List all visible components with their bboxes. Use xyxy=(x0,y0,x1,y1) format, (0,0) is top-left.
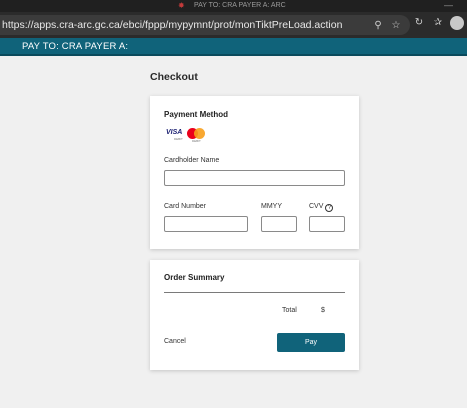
pay-button[interactable]: Pay xyxy=(277,333,345,352)
refresh-icon[interactable]: ↻ xyxy=(413,17,425,29)
cvv-label: CVV xyxy=(309,203,324,210)
cancel-link[interactable]: Cancel xyxy=(164,338,186,345)
favorites-icon[interactable]: ✰ xyxy=(432,17,444,29)
cardholder-name-input[interactable] xyxy=(164,170,345,186)
url-text: https://apps.cra-arc.gc.ca/ebci/fppp/myp… xyxy=(2,19,343,31)
cvv-input[interactable] xyxy=(309,216,345,232)
expiry-input[interactable] xyxy=(261,216,297,232)
visa-debit-label: DEBIT xyxy=(174,137,183,141)
zoom-icon[interactable]: ⚲ xyxy=(372,20,384,32)
minimize-button[interactable]: — xyxy=(444,0,453,10)
order-summary-title: Order Summary xyxy=(164,273,225,282)
visa-logo: VISA xyxy=(166,129,183,136)
pay-to-text: PAY TO: CRA PAYER A: xyxy=(22,41,129,52)
cvv-label-group: CVV? xyxy=(309,203,334,212)
expiry-label: MMYY xyxy=(261,203,282,210)
profile-avatar[interactable] xyxy=(450,16,464,30)
cardholder-name-label: Cardholder Name xyxy=(164,157,220,164)
star-icon[interactable]: ☆ xyxy=(390,20,402,32)
total-value: $ xyxy=(321,307,325,314)
pay-to-header: PAY TO: CRA PAYER A: xyxy=(0,38,467,56)
card-number-label: Card Number xyxy=(164,203,207,210)
mastercard-logo xyxy=(187,128,205,139)
flag-icon: ✸ xyxy=(178,1,185,10)
total-label: Total xyxy=(282,307,297,314)
browser-address-bar: https://apps.cra-arc.gc.ca/ebci/fppp/myp… xyxy=(0,12,467,38)
window-title-bar: ✸ PAY TO: CRA PAYER A: ARC — xyxy=(0,0,467,12)
summary-divider xyxy=(164,292,345,293)
page-title: Checkout xyxy=(150,71,198,83)
url-field[interactable]: https://apps.cra-arc.gc.ca/ebci/fppp/myp… xyxy=(0,15,410,35)
window-title: PAY TO: CRA PAYER A: ARC xyxy=(194,2,286,9)
mastercard-debit-label: DEBIT xyxy=(192,139,201,143)
payment-method-title: Payment Method xyxy=(164,110,229,119)
card-number-input[interactable] xyxy=(164,216,248,232)
payment-method-card: Payment Method VISA DEBIT DEBIT Cardhold… xyxy=(150,96,359,249)
order-summary-card: Order Summary Total $ Cancel Pay xyxy=(150,260,359,370)
help-icon[interactable]: ? xyxy=(325,204,334,212)
